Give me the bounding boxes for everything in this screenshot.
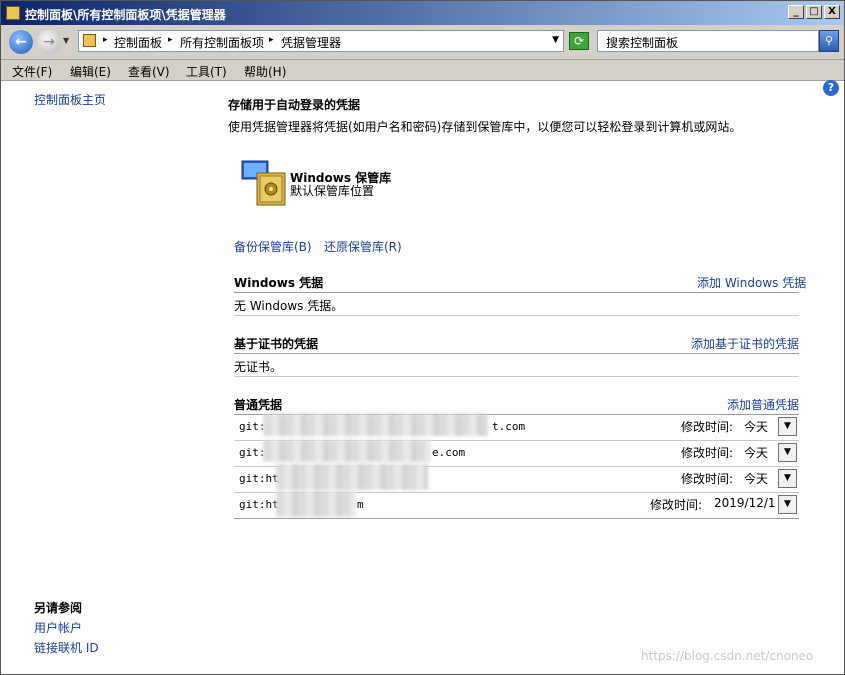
- modified-label: 修改时间:: [681, 472, 734, 486]
- control-panel-home-link[interactable]: 控制面板主页: [34, 91, 106, 108]
- close-button[interactable]: X: [824, 5, 840, 19]
- watermark: https://blog.csdn.net/cnoneo: [641, 649, 814, 663]
- redacted-text: [276, 491, 356, 517]
- page-title: 存储用于自动登录的凭据: [228, 98, 361, 112]
- modified-time: 今天: [744, 446, 769, 460]
- credential-name[interactable]: git:ht: [239, 472, 279, 485]
- modified-time: 今天: [744, 472, 769, 486]
- forward-arrow-icon[interactable]: →: [37, 30, 61, 54]
- breadcrumb-control-panel[interactable]: 控制面板: [114, 34, 162, 51]
- modified-label: 修改时间:: [681, 446, 734, 460]
- vault-icon: [241, 160, 286, 206]
- menu-file[interactable]: 文件(F): [12, 63, 52, 80]
- modified-time: 今天: [744, 420, 769, 434]
- redacted-text: [263, 440, 431, 462]
- page-description: 使用凭据管理器将凭据(如用户名和密码)存储到保管库中，以便您可以轻松登录到计算机…: [228, 120, 742, 134]
- certificate-credentials-heading: 基于证书的凭据: [234, 337, 319, 351]
- vault-location: 默认保管库位置: [290, 184, 375, 198]
- credential-name-suffix: m: [357, 498, 364, 511]
- minimize-button[interactable]: _: [788, 5, 804, 19]
- address-toolbar: ← → ▼ ▸ 控制面板 ▸ 所有控制面板项 ▸ 凭据管理器 ▼ ⟳ 搜索控制面…: [1, 25, 844, 60]
- divider: [234, 353, 799, 354]
- divider: [234, 292, 799, 293]
- menu-help[interactable]: 帮助(H): [244, 63, 286, 80]
- user-accounts-link[interactable]: 用户帐户: [34, 619, 82, 636]
- credential-name[interactable]: git:ht: [239, 498, 279, 511]
- address-bar[interactable]: ▸ 控制面板 ▸ 所有控制面板项 ▸ 凭据管理器 ▼: [78, 30, 564, 52]
- modified-label: 修改时间:: [650, 498, 703, 512]
- modified-label: 修改时间:: [681, 420, 734, 434]
- breadcrumb-arrow-icon[interactable]: ▸: [103, 35, 108, 45]
- modified-time: 2019/12/1: [714, 496, 776, 510]
- restore-vault-link[interactable]: 还原保管库(R): [324, 238, 402, 255]
- back-arrow-icon[interactable]: ←: [9, 30, 33, 54]
- expand-chevron-icon[interactable]: ▼: [778, 495, 797, 514]
- menu-bar: 文件(F) 编辑(E) 查看(V) 工具(T) 帮助(H): [1, 60, 844, 81]
- add-windows-credential-link[interactable]: 添加 Windows 凭据: [697, 274, 806, 291]
- breadcrumb-arrow-icon[interactable]: ▸: [269, 35, 274, 45]
- breadcrumb-all-items[interactable]: 所有控制面板项: [180, 34, 264, 51]
- certificate-credentials-empty: 无证书。: [234, 360, 283, 374]
- maximize-button[interactable]: □: [806, 5, 822, 19]
- search-icon[interactable]: ⚲: [819, 30, 839, 52]
- windows-credentials-heading: Windows 凭据: [234, 276, 324, 290]
- menu-tools[interactable]: 工具(T): [186, 63, 227, 80]
- content-area: 控制面板主页 另请参阅 用户帐户 链接联机 ID 存储用于自动登录的凭据 使用凭…: [1, 81, 844, 674]
- breadcrumb-credential-manager[interactable]: 凭据管理器: [281, 34, 341, 51]
- credential-name[interactable]: git:: [239, 446, 266, 459]
- see-also-heading: 另请参阅: [34, 601, 83, 615]
- divider: [234, 315, 799, 316]
- breadcrumb-arrow-icon[interactable]: ▸: [168, 35, 173, 45]
- credential-name-suffix: e.com: [432, 446, 466, 459]
- credential-name[interactable]: git:: [239, 420, 266, 433]
- add-certificate-credential-link[interactable]: 添加基于证书的凭据: [691, 335, 799, 352]
- divider: [234, 376, 799, 377]
- title-bar[interactable]: 控制面板\所有控制面板项\凭据管理器 _ □ X: [1, 1, 844, 25]
- window-controls: _ □ X: [788, 5, 840, 19]
- search-input[interactable]: 搜索控制面板: [597, 30, 819, 52]
- control-panel-icon: [83, 34, 96, 47]
- add-generic-credential-link[interactable]: 添加普通凭据: [727, 396, 799, 413]
- generic-credentials-heading: 普通凭据: [234, 398, 283, 412]
- credential-manager-window: 控制面板\所有控制面板项\凭据管理器 _ □ X ← → ▼ ▸ 控制面板 ▸ …: [0, 0, 845, 675]
- control-panel-icon: [6, 6, 20, 20]
- refresh-icon[interactable]: ⟳: [569, 32, 589, 50]
- address-dropdown-icon[interactable]: ▼: [552, 35, 559, 45]
- help-icon[interactable]: ?: [823, 80, 839, 96]
- link-online-id-link[interactable]: 链接联机 ID: [34, 639, 99, 656]
- backup-vault-link[interactable]: 备份保管库(B): [234, 238, 312, 255]
- windows-credentials-empty: 无 Windows 凭据。: [234, 299, 344, 313]
- credential-name-suffix: t.com: [492, 420, 526, 433]
- expand-chevron-icon[interactable]: ▼: [778, 417, 797, 436]
- menu-view[interactable]: 查看(V): [128, 63, 170, 80]
- window-title: 控制面板\所有控制面板项\凭据管理器: [25, 8, 226, 22]
- divider: [234, 518, 799, 519]
- redacted-text: [263, 414, 488, 436]
- expand-chevron-icon[interactable]: ▼: [778, 469, 797, 488]
- history-dropdown-icon[interactable]: ▼: [63, 36, 69, 45]
- menu-edit[interactable]: 编辑(E): [70, 63, 111, 80]
- expand-chevron-icon[interactable]: ▼: [778, 443, 797, 462]
- redacted-text: [276, 464, 428, 490]
